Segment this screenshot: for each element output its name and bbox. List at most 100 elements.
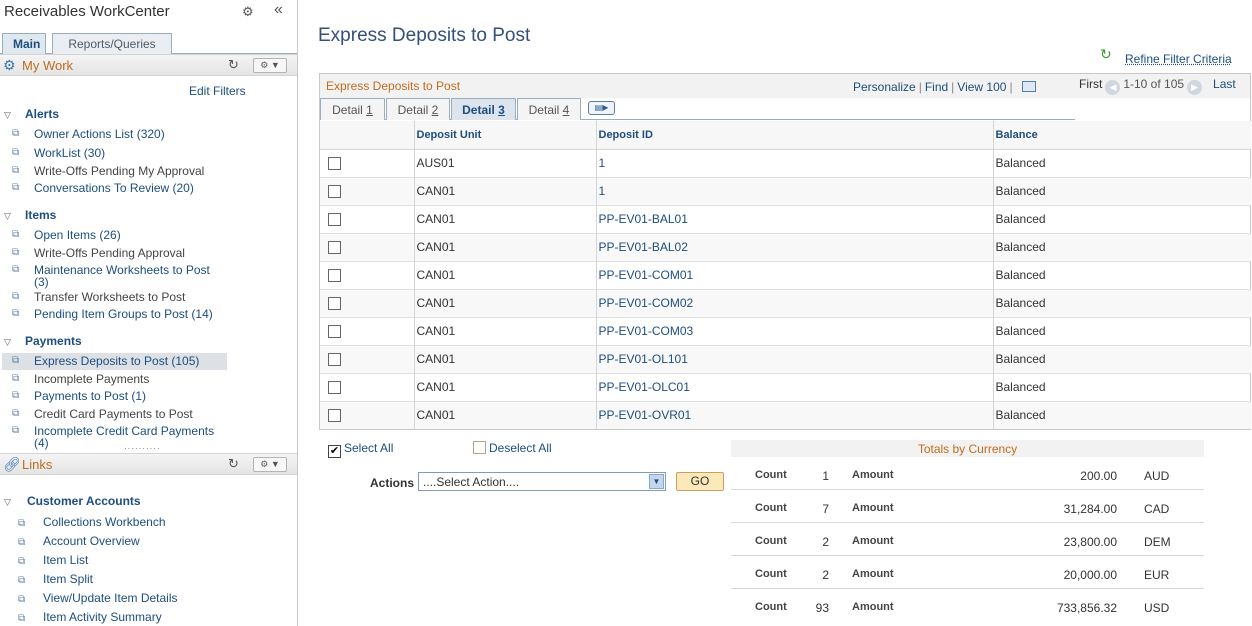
refresh-icon[interactable]: ↻ <box>228 456 239 472</box>
deposit-id-link[interactable]: PP-EV01-BAL02 <box>595 232 993 261</box>
link-icon: ⧉ <box>12 182 20 193</box>
deposit-id-link[interactable]: PP-EV01-COM01 <box>595 260 993 289</box>
resize-handle[interactable]: ·········· <box>124 444 161 453</box>
grid-title: Express Deposits to Post <box>326 79 461 93</box>
amount-label: Amount <box>852 469 894 481</box>
row-checkbox[interactable] <box>328 325 341 339</box>
refresh-icon[interactable]: ↻ <box>228 57 239 73</box>
row-checkbox[interactable] <box>328 185 341 199</box>
link-icon: ⧉ <box>12 355 20 366</box>
deposit-id-link[interactable]: PP-EV01-BAL01 <box>595 204 993 233</box>
list-item[interactable]: ⧉ Incomplete Credit Card Payments (4) <box>12 425 217 449</box>
table-row: CAN01 PP-EV01-COM03 Balanced <box>320 316 1251 345</box>
link-item-list[interactable]: ⧉ Item List <box>18 553 88 567</box>
tab-detail-4[interactable]: Detail 4 <box>517 98 581 120</box>
deposit-id-link[interactable]: 1 <box>595 176 993 205</box>
chevron-down-icon: ▼ <box>649 474 664 489</box>
row-checkbox[interactable] <box>328 381 341 395</box>
balance-cell: Balanced <box>992 372 1251 401</box>
link-icon: ⧉ <box>12 247 20 258</box>
link-view-update-item-details[interactable]: ⧉ View/Update Item Details <box>18 591 178 605</box>
list-item[interactable]: ⧉ WorkList (30) <box>12 147 227 159</box>
personalize-link[interactable]: Personalize <box>853 80 916 94</box>
link-item-activity-summary[interactable]: ⧉ Item Activity Summary <box>18 610 162 624</box>
workcenter-title: Receivables WorkCenter <box>4 3 170 20</box>
deposit-id-link[interactable]: 1 <box>595 148 993 177</box>
totals-row: Count 93 Amount 733,856.32 USD <box>731 589 1204 622</box>
deposit-id-link[interactable]: PP-EV01-OL101 <box>595 344 993 373</box>
my-work-header[interactable]: ⚙ My Work ↻ ⚙ ▼ <box>0 54 297 76</box>
list-item: ⧉ Write-Offs Pending Approval <box>12 246 185 260</box>
tab-detail-2[interactable]: Detail 2 <box>386 98 450 120</box>
list-item[interactable]: ⧉ Owner Actions List (320) <box>12 128 227 140</box>
list-item-selected[interactable]: ⧉ Express Deposits to Post (105) <box>2 353 227 370</box>
select-all-control[interactable]: ✔ Select All <box>328 441 393 458</box>
refine-filter-criteria-link[interactable]: Refine Filter Criteria <box>1125 52 1232 66</box>
row-select-cell <box>320 232 414 261</box>
link-icon: ⧉ <box>12 308 20 319</box>
row-select-cell <box>320 344 414 373</box>
section-payments[interactable]: ▽ Payments <box>4 334 82 348</box>
amount-value: 20,000.00 <box>1063 568 1117 582</box>
balance-cell: Balanced <box>992 400 1251 429</box>
balance-cell: Balanced <box>992 176 1251 205</box>
tab-detail-1[interactable]: Detail 1 <box>320 98 385 120</box>
list-item: ⧉ Write-Offs Pending My Approval <box>12 164 205 178</box>
collapse-icon[interactable]: « <box>274 1 283 19</box>
gears-icon: ⚙ <box>3 57 16 73</box>
links-label: Links <box>22 457 53 472</box>
list-item[interactable]: ⧉ Open Items (26) <box>12 229 227 241</box>
link-collections-workbench[interactable]: ⧉ Collections Workbench <box>18 515 166 529</box>
deposit-id-link[interactable]: PP-EV01-COM03 <box>595 316 993 345</box>
actions-select[interactable]: ....Select Action.... ▼ <box>418 472 666 491</box>
column-header-deposit-id[interactable]: Deposit ID <box>595 121 993 150</box>
deposit-unit-cell: CAN01 <box>413 260 596 289</box>
row-checkbox[interactable] <box>328 269 341 283</box>
link-icon: ⧉ <box>12 229 20 240</box>
section-alerts[interactable]: ▽ Alerts <box>4 107 59 121</box>
row-checkbox[interactable] <box>328 409 341 423</box>
previous-arrow-icon[interactable]: ◀ <box>1105 80 1121 95</box>
next-arrow-icon[interactable]: ▶ <box>1187 80 1203 95</box>
row-checkbox[interactable] <box>328 157 341 171</box>
gear-icon[interactable]: ⚙ <box>242 4 254 20</box>
column-header-balance[interactable]: Balance <box>992 121 1251 150</box>
link-icon: ⧉ <box>12 425 20 436</box>
edit-filters-link[interactable]: Edit Filters <box>189 84 246 98</box>
tab-detail-3[interactable]: Detail 3 <box>451 98 516 120</box>
currency-code: CAD <box>1144 502 1170 516</box>
section-customer-accounts[interactable]: ▽ Customer Accounts <box>4 494 141 508</box>
deposit-id-link[interactable]: PP-EV01-COM02 <box>595 288 993 317</box>
link-account-overview[interactable]: ⧉ Account Overview <box>18 534 140 548</box>
options-menu-button[interactable]: ⚙ ▼ <box>253 58 287 73</box>
deselect-all-control[interactable]: Deselect All <box>473 441 552 455</box>
column-header-deposit-unit[interactable]: Deposit Unit <box>413 121 596 150</box>
row-checkbox[interactable] <box>328 353 341 367</box>
list-item[interactable]: ⧉ Payments to Post (1) <box>12 390 227 402</box>
deposit-unit-cell: CAN01 <box>413 372 596 401</box>
tab-main[interactable]: Main <box>2 33 46 54</box>
view-100-link[interactable]: View 100 <box>957 80 1006 94</box>
options-menu-button[interactable]: ⚙ ▼ <box>253 457 287 472</box>
list-item[interactable]: ⧉ Conversations To Review (20) <box>12 182 227 194</box>
row-checkbox[interactable] <box>328 241 341 255</box>
count-value: 2 <box>822 568 829 582</box>
list-item[interactable]: ⧉ Pending Item Groups to Post (14) <box>12 308 227 320</box>
go-button[interactable]: GO <box>676 472 724 491</box>
row-checkbox[interactable] <box>328 297 341 311</box>
last-link[interactable]: Last <box>1213 77 1236 91</box>
link-item-split[interactable]: ⧉ Item Split <box>18 572 93 586</box>
currency-code: EUR <box>1144 568 1170 582</box>
section-items[interactable]: ▽ Items <box>4 208 56 222</box>
currency-code: USD <box>1144 601 1170 615</box>
download-spreadsheet-icon[interactable] <box>1021 81 1036 92</box>
tab-reports-queries[interactable]: Reports/Queries <box>52 33 172 54</box>
show-all-columns-icon[interactable]: ▤▶ <box>588 101 615 115</box>
list-item[interactable]: ⧉ Maintenance Worksheets to Post (3) <box>12 264 217 288</box>
table-row: CAN01 1 Balanced <box>320 176 1251 205</box>
deposit-id-link[interactable]: PP-EV01-OLC01 <box>595 372 993 401</box>
deposit-id-link[interactable]: PP-EV01-OVR01 <box>595 400 993 429</box>
links-header[interactable]: 🔗︎ Links ↻ ⚙ ▼ <box>0 453 297 475</box>
find-link[interactable]: Find <box>925 80 948 94</box>
row-checkbox[interactable] <box>328 213 341 227</box>
